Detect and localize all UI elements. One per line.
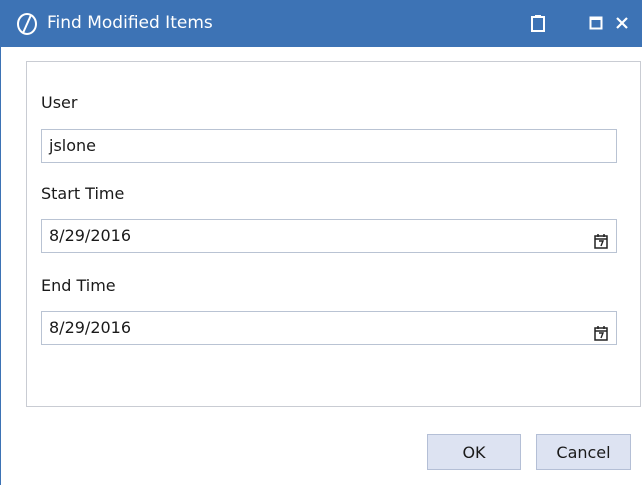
user-label: User	[41, 93, 78, 112]
start-time-value: 8/29/2016	[49, 226, 132, 245]
clipboard-icon[interactable]	[527, 12, 549, 34]
user-input-value: jslone	[49, 136, 96, 155]
ok-button[interactable]: OK	[427, 434, 521, 470]
end-time-input[interactable]: 8/29/2016	[41, 311, 617, 345]
form-panel: User jslone Start Time 8/29/2016 End Tim…	[26, 61, 641, 407]
end-time-value: 8/29/2016	[49, 318, 132, 337]
calendar-icon[interactable]	[594, 228, 608, 249]
find-modified-items-dialog: Find Modified Items User jslone Start Ti…	[0, 0, 642, 485]
end-time-label: End Time	[41, 276, 116, 295]
user-input[interactable]: jslone	[41, 129, 617, 163]
calendar-icon[interactable]	[594, 320, 608, 341]
dialog-title: Find Modified Items	[47, 13, 213, 33]
title-bar[interactable]: Find Modified Items	[1, 0, 642, 47]
maximize-icon[interactable]	[585, 12, 607, 34]
close-icon[interactable]	[611, 12, 633, 34]
cancel-button[interactable]: Cancel	[536, 434, 631, 470]
start-time-input[interactable]: 8/29/2016	[41, 219, 617, 253]
start-time-label: Start Time	[41, 184, 125, 203]
logo-icon	[15, 12, 39, 36]
